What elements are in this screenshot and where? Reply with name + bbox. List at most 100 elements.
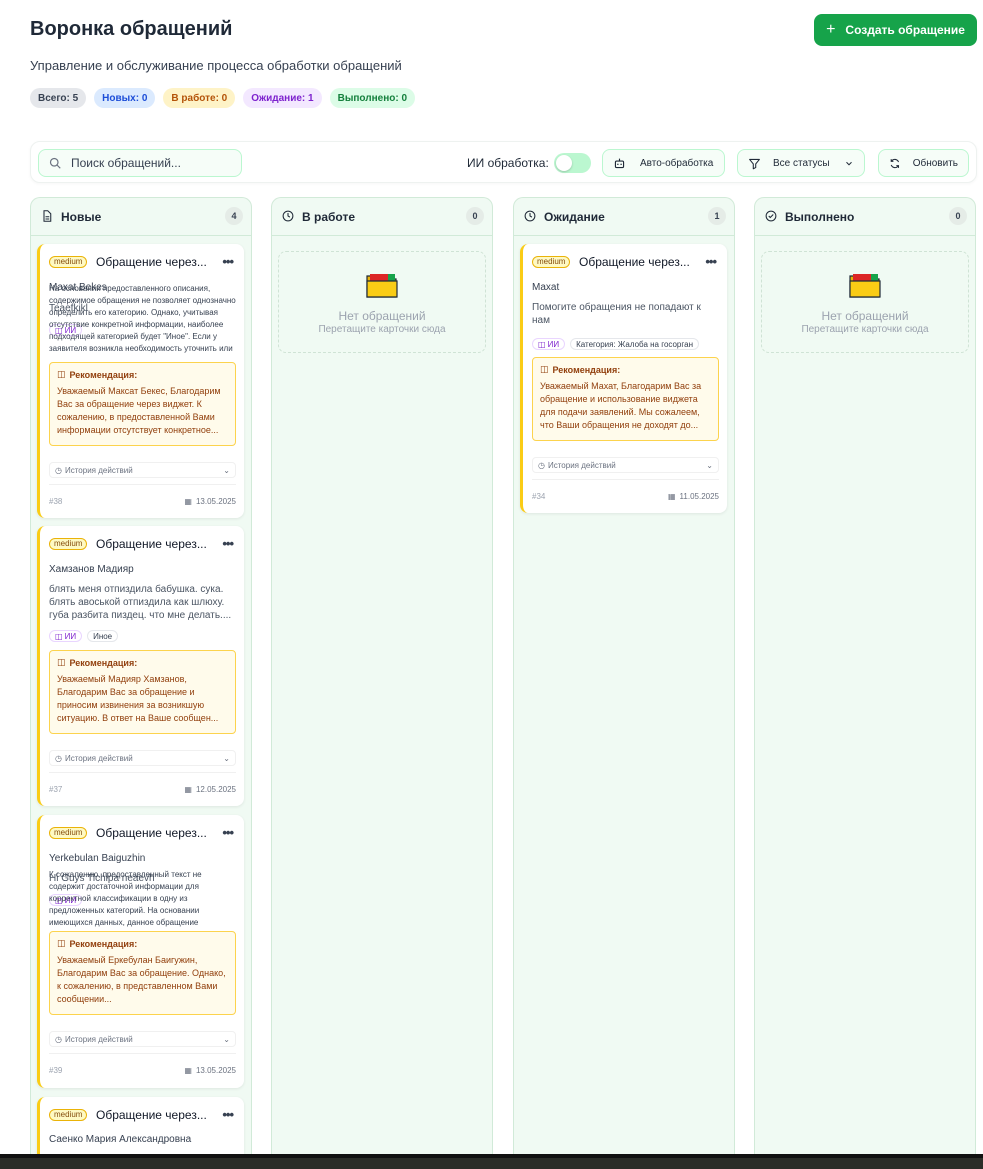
search-input[interactable] <box>71 156 221 170</box>
more-options-icon[interactable]: ••• <box>705 254 717 269</box>
empty-drop-zone[interactable]: Нет обращений Перетащите карточки сюда <box>761 251 969 353</box>
recommendation-title: ◫ Рекомендация: <box>57 938 228 949</box>
column-header: Новые 4 <box>31 198 251 236</box>
card-divider <box>532 479 719 480</box>
ai-tag: ◫ ИИ <box>49 630 83 642</box>
recommendation-box: ◫ Рекомендация: Уважаемый Максат Бекес, Б… <box>49 362 236 446</box>
refresh-button[interactable]: Обновить <box>878 149 969 177</box>
request-card[interactable]: medium Обращение через... ••• Maxat Помо… <box>520 244 727 513</box>
ai-tag: ◫ ИИ <box>532 338 566 350</box>
history-dropdown[interactable]: ◷ История действий ⌄ <box>49 750 236 766</box>
card-date: ▦ 13.05.2025 <box>184 497 236 506</box>
history-label: История действий <box>64 1034 133 1044</box>
calendar-icon: ▦ <box>184 497 192 506</box>
priority-badge: medium <box>532 256 571 268</box>
create-request-button[interactable]: + Создать обращение <box>814 14 977 46</box>
more-options-icon[interactable]: ••• <box>222 254 234 269</box>
column-count: 0 <box>949 207 967 225</box>
stat-badge-total: Всего: 5 <box>30 88 87 108</box>
folder-icon <box>849 274 881 298</box>
history-dropdown[interactable]: ◷ История действий ⌄ <box>49 1031 236 1047</box>
ai-classification-text: На основании предоставленного описания, … <box>49 284 236 353</box>
request-card[interactable]: medium Обращение через... ••• Хамзанов М… <box>37 526 244 806</box>
robot-icon: ◫ <box>540 364 549 374</box>
priority-badge: medium <box>49 256 88 268</box>
auto-processing-button[interactable]: Авто-обработка <box>602 149 725 177</box>
more-options-icon[interactable]: ••• <box>222 825 234 840</box>
column-new: Новые 4 medium Обращение через... ••• Ma… <box>30 197 252 1169</box>
card-date-value: 12.05.2025 <box>195 785 236 794</box>
card-title: Обращение через... <box>96 537 207 551</box>
card-author: Хамзанов Мадияр <box>49 564 134 575</box>
more-options-icon[interactable]: ••• <box>222 1107 234 1122</box>
chevron-down-icon: ⌄ <box>223 465 230 475</box>
card-divider <box>49 484 236 485</box>
card-title: Обращение через... <box>579 255 690 269</box>
empty-drop-zone[interactable]: Нет обращений Перетащите карточки сюда <box>278 251 486 353</box>
status-filter-select[interactable]: Все статусы <box>737 149 865 177</box>
refresh-label: Обновить <box>912 157 958 169</box>
taskbar-strip <box>0 1154 983 1169</box>
card-divider <box>49 1053 236 1054</box>
history-label: История действий <box>64 753 133 763</box>
column-title: Новые <box>61 210 102 224</box>
stat-badge-new: Новых: 0 <box>94 88 156 108</box>
robot-icon: ◫ <box>55 631 63 641</box>
chevron-down-icon: ⌄ <box>223 753 230 763</box>
priority-badge: medium <box>49 1109 88 1121</box>
clock-icon: ◷ <box>55 1034 62 1044</box>
card-description: блять меня отпиздила бабушка. сука. блят… <box>49 584 232 621</box>
card-id: #37 <box>49 785 63 794</box>
card-date: ▦ 13.05.2025 <box>184 1066 236 1075</box>
chevron-down-icon <box>846 161 852 165</box>
calendar-icon: ▦ <box>184 1066 192 1075</box>
column-header: В работе 0 <box>272 198 492 236</box>
stat-badge-in-progress: В работе: 0 <box>163 88 236 108</box>
card-id: #38 <box>49 497 63 506</box>
recommendation-title-label: Рекомендация: <box>69 657 138 668</box>
recommendation-text: Уважаемый Максат Бекес, Благодарим Вас з… <box>57 386 221 435</box>
empty-hint: Перетащите карточки сюда <box>801 324 929 335</box>
check-circle-icon <box>765 210 777 222</box>
ai-tag-label: ИИ <box>64 631 77 641</box>
column-waiting: Ожидание 1 medium Обращение через... •••… <box>513 197 735 1169</box>
robot-icon: ◫ <box>57 369 66 379</box>
card-author: Yerkebulan Baiguzhin <box>49 853 146 864</box>
card-author: Maxat <box>532 282 560 293</box>
toolbar: ИИ обработка: Авто-обработка Все статусы… <box>30 141 977 183</box>
page-subtitle: Управление и обслуживание процесса обраб… <box>30 58 402 73</box>
history-label: История действий <box>64 465 133 475</box>
ai-tag-label: ИИ <box>547 339 560 349</box>
page-header: Воронка обращений Управление и обслужива… <box>30 14 977 113</box>
request-card[interactable]: medium Обращение через... ••• Yerkebulan… <box>37 815 244 1088</box>
recommendation-title: ◫ Рекомендация: <box>57 369 228 380</box>
recommendation-text: Уважаемый Еркебулан Баигужин, Благодарим… <box>57 955 226 1004</box>
card-id: #39 <box>49 1066 63 1075</box>
card-date-value: 13.05.2025 <box>195 497 236 506</box>
document-icon <box>43 210 52 222</box>
plus-icon: + <box>826 21 836 38</box>
ai-processing-toggle[interactable] <box>554 153 591 173</box>
column-count: 1 <box>708 207 726 225</box>
card-author: Саенко Мария Александровна <box>49 1134 192 1145</box>
more-options-icon[interactable]: ••• <box>222 536 234 551</box>
category-tag: Иное <box>87 630 119 642</box>
stats-bar: Всего: 5 Новых: 0 В работе: 0 Ожидание: … <box>30 88 416 108</box>
stat-badge-waiting: Ожидание: 1 <box>243 88 322 108</box>
ai-classification-text: К сожалению, предоставленный текст не со… <box>49 870 202 927</box>
history-dropdown[interactable]: ◷ История действий ⌄ <box>532 457 719 473</box>
history-dropdown[interactable]: ◷ История действий ⌄ <box>49 462 236 478</box>
card-title: Обращение через... <box>96 1108 207 1122</box>
card-date-value: 13.05.2025 <box>195 1066 236 1075</box>
column-count: 0 <box>466 207 484 225</box>
recommendation-box: ◫ Рекомендация: Уважаемый Махат, Благодар… <box>532 357 719 441</box>
request-card[interactable]: medium Обращение через... ••• Maxat Beke… <box>37 244 244 518</box>
create-request-label: Создать обращение <box>845 23 965 37</box>
empty-title: Нет обращений <box>338 309 426 323</box>
auto-processing-label: Авто-обработка <box>640 157 714 169</box>
page-title: Воронка обращений <box>30 18 233 40</box>
column-title: Выполнено <box>785 210 855 224</box>
search-box[interactable] <box>38 149 242 177</box>
filter-icon <box>749 158 760 169</box>
toggle-knob <box>556 155 572 171</box>
